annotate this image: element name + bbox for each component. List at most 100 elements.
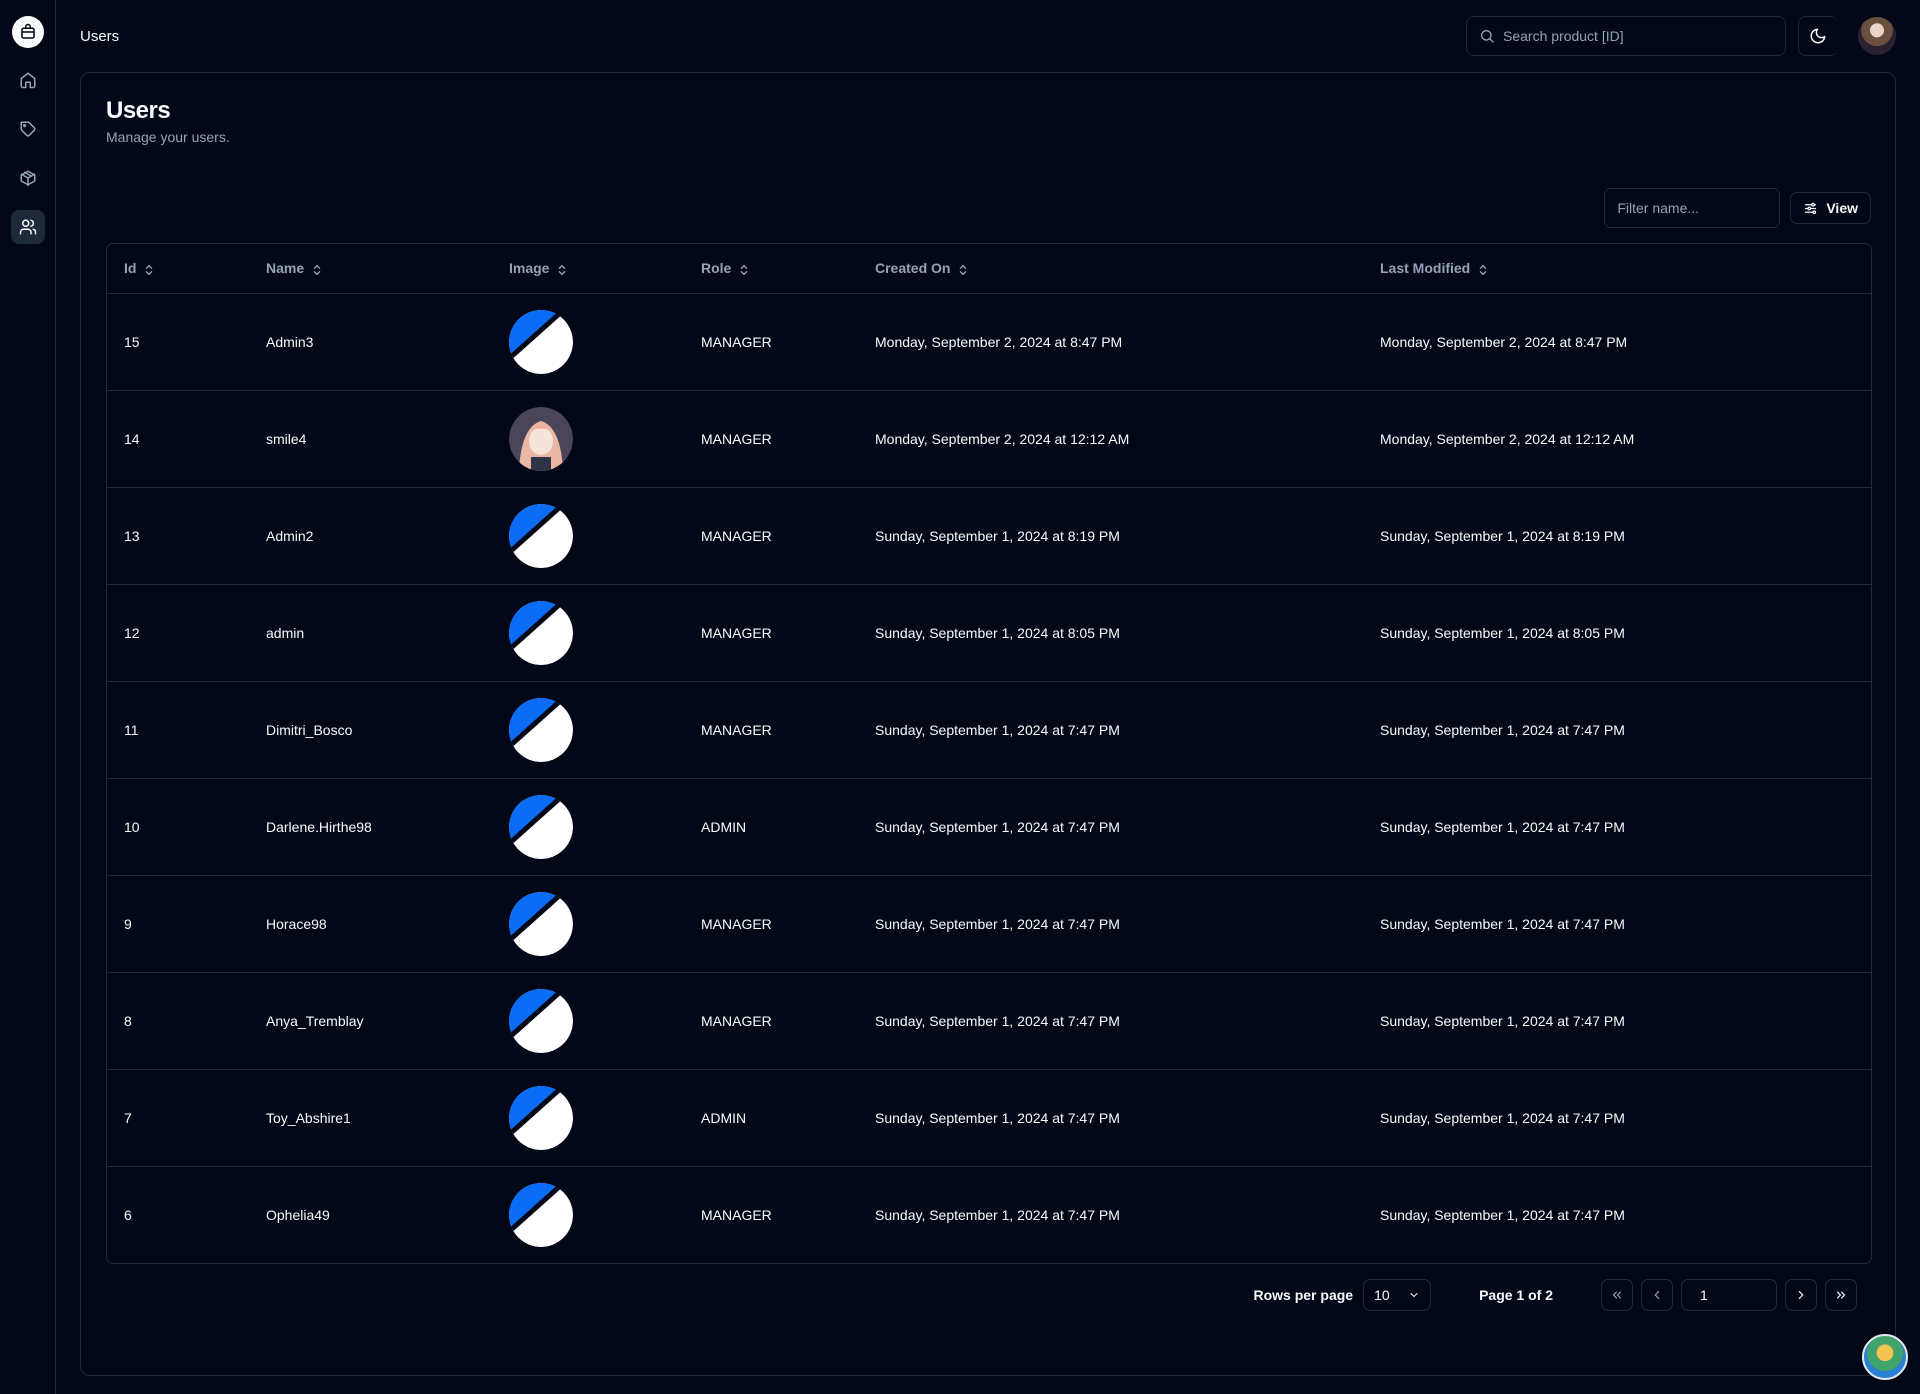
cell-last-modified: Sunday, September 1, 2024 at 7:47 PM [1363,1069,1871,1167]
cell-role: ADMIN [684,1069,858,1167]
cell-created-on: Monday, September 2, 2024 at 12:12 AM [858,390,1363,488]
cell-image [492,681,684,779]
column-header-label: Created On [875,260,951,277]
theme-toggle-button[interactable] [1798,16,1838,56]
column-header[interactable]: Image [492,244,684,294]
cell-name: Toy_Abshire1 [249,1069,492,1167]
sidebar-item-tags[interactable] [11,112,45,146]
cell-last-modified: Sunday, September 1, 2024 at 7:47 PM [1363,778,1871,876]
cell-created-on: Sunday, September 1, 2024 at 8:19 PM [858,487,1363,585]
cell-created-on: Sunday, September 1, 2024 at 7:47 PM [875,1206,1120,1223]
column-header-label: Last Modified [1380,260,1471,277]
page-title: Users [106,97,171,124]
floating-assistant-badge[interactable] [1862,1334,1908,1380]
cell-image [492,778,684,876]
view-label: View [1826,200,1858,216]
sort-icon [1479,264,1487,275]
cell-name: admin [249,584,492,682]
sidebar [0,0,56,1394]
page-info: Page 1 of 2 [1479,1287,1553,1303]
sidebar-item-home[interactable] [11,63,45,97]
next-page-button[interactable] [1785,1279,1817,1311]
last-page-button[interactable] [1825,1279,1857,1311]
cell-id: 12 [107,584,249,682]
default-avatar-image [509,794,573,859]
first-page-button[interactable] [1601,1279,1633,1311]
cell-created-on: Sunday, September 1, 2024 at 8:05 PM [858,584,1363,682]
cell-last-modified: Sunday, September 1, 2024 at 8:05 PM [1363,584,1871,682]
cell-role: MANAGER [684,875,858,973]
cell-id: 6 [124,1206,132,1223]
sliders-icon [1805,202,1817,214]
table-row[interactable]: 12 admin MANAGER Sunday, September 1, 2024 … [107,584,1871,682]
cell-role: ADMIN [684,778,858,876]
cell-last-modified: Sunday, September 1, 2024 at 8:19 PM [1363,487,1871,585]
column-header-label: Id [124,260,137,277]
default-avatar-image [509,1182,573,1247]
table-row[interactable]: 7 Toy_Abshire1 ADMIN Sunday, September 1, 2… [107,1069,1871,1167]
default-avatar-image [509,697,573,762]
cell-last-modified: Sunday, September 1, 2024 at 7:47 PM [1380,1206,1625,1223]
cell-id: 8 [107,972,249,1070]
column-header[interactable]: Last Modified [1363,244,1871,294]
top-actions [1466,16,1896,56]
column-header[interactable]: Created On [858,244,1363,294]
table-row[interactable]: 10 Darlene.Hirthe98 ADMIN Sunday, September… [107,778,1871,876]
column-header[interactable]: Role [684,244,858,294]
top-bar: Users [56,0,1920,72]
breadcrumb[interactable]: Users [80,28,119,45]
pagination: Rows per page 10 Page 1 of 2 [1253,1279,1865,1311]
sidebar-item-products[interactable] [11,161,45,195]
cell-last-modified: Monday, September 2, 2024 at 12:12 AM [1363,390,1871,488]
default-avatar-image [509,503,573,568]
table-row[interactable]: 15 Admin3 MANAGER Monday, September 2, 2024… [107,293,1871,391]
table-row[interactable]: 6 Ophelia49 MANAGER Sunday, September 1, 20… [107,1166,1871,1263]
column-header[interactable]: Id [107,244,249,294]
cell-role: MANAGER [684,584,858,682]
cell-name: Admin3 [249,293,492,391]
cell-image [492,293,684,391]
table-row[interactable]: 9 Horace98 MANAGER Sunday, September 1, 202… [107,875,1871,973]
cell-created-on: Monday, September 2, 2024 at 8:47 PM [858,293,1363,391]
cell-role: MANAGER [684,972,858,1070]
moon-icon [1810,28,1826,44]
view-options-button[interactable]: View [1790,192,1871,224]
page-description: Manage your users. [106,129,230,145]
table-row[interactable]: 8 Anya_Tremblay MANAGER Sunday, September 1… [107,972,1871,1070]
column-header-label: Role [701,260,732,277]
rows-per-page-select[interactable]: 10 [1363,1279,1432,1311]
search-input[interactable] [1503,28,1785,44]
table-row[interactable]: 13 Admin2 MANAGER Sunday, September 1, 2024… [107,487,1871,585]
table-row[interactable]: 11 Dimitri_Bosco MANAGER Sunday, September … [107,681,1871,779]
users-table: Id Name Image Role Created On Last Modified 1… [106,243,1872,1264]
cell-last-modified: Sunday, September 1, 2024 at 7:47 PM [1363,681,1871,779]
cell-created-on: Sunday, September 1, 2024 at 7:47 PM [858,1069,1363,1167]
user-photo-image [509,406,573,471]
search-box [1466,16,1786,56]
previous-page-button[interactable] [1641,1279,1673,1311]
filter-name-input[interactable] [1604,188,1781,228]
table-header-row: Id Name Image Role Created On Last Modified [107,244,1871,294]
table-toolbar: View [1604,188,1871,228]
default-avatar-image [509,309,573,374]
cell-role: MANAGER [684,487,858,585]
cell-role: MANAGER [684,293,858,391]
page-number-input[interactable] [1681,1279,1777,1311]
cell-name: smile4 [249,390,492,488]
sort-icon [960,264,967,275]
cell-name: Ophelia49 [266,1206,330,1223]
shop-logo-icon[interactable] [11,16,44,48]
user-avatar[interactable] [1858,17,1896,55]
cell-image [492,875,684,973]
sort-icon [313,264,321,275]
column-header[interactable]: Name [249,244,492,294]
column-header-label: Name [266,260,305,277]
cell-image [492,584,684,682]
cell-role: MANAGER [684,681,858,779]
cell-created-on: Sunday, September 1, 2024 at 7:47 PM [858,972,1363,1070]
cell-id: 9 [107,875,249,973]
table-row[interactable]: 14 smile4 MANAGER Monday, September 2, 2024… [107,390,1871,488]
home-icon [20,72,35,89]
users-icon [19,219,36,235]
sidebar-item-users[interactable] [10,210,45,244]
